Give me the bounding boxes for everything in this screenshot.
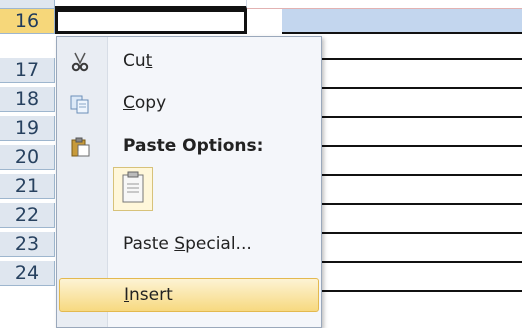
row-header-19[interactable]: 19 <box>0 116 55 141</box>
scissors-icon <box>69 51 91 73</box>
cell[interactable] <box>322 122 522 147</box>
row-header-18[interactable]: 18 <box>0 87 55 112</box>
menu-item-label: Cut <box>123 51 153 71</box>
paste-icon <box>69 136 91 158</box>
cell[interactable] <box>322 267 522 292</box>
menu-item-label: Insert <box>124 285 173 305</box>
menu-item-paste-special[interactable]: Paste Special... <box>59 228 319 262</box>
cell[interactable] <box>322 151 522 176</box>
cell[interactable] <box>322 93 522 118</box>
row-header-16[interactable]: 16 <box>0 9 55 34</box>
cell[interactable] <box>247 0 522 9</box>
menu-section-label: Paste Options: <box>123 136 264 156</box>
cell[interactable] <box>322 35 522 60</box>
menu-section-paste-options: Paste Options: <box>59 130 319 164</box>
row-header-22[interactable]: 22 <box>0 203 55 228</box>
row-header-15[interactable] <box>0 0 55 9</box>
cell[interactable] <box>322 238 522 263</box>
context-menu: Cut Copy Paste Options: Paste Special...… <box>56 36 322 328</box>
cell[interactable] <box>322 180 522 205</box>
menu-item-copy[interactable]: Copy <box>59 87 319 121</box>
cell[interactable] <box>322 209 522 234</box>
cell[interactable] <box>322 64 522 89</box>
row-header-24[interactable]: 24 <box>0 261 55 286</box>
copy-icon <box>69 93 91 115</box>
selected-cell[interactable] <box>282 9 522 34</box>
row-header-21[interactable]: 21 <box>0 174 55 199</box>
row-header-23[interactable]: 23 <box>0 232 55 257</box>
active-cell[interactable] <box>55 9 247 34</box>
menu-item-insert[interactable]: Insert <box>59 278 319 312</box>
menu-item-label: Paste Special... <box>123 234 252 254</box>
clipboard-icon <box>122 171 144 203</box>
paste-option-button[interactable] <box>113 167 153 211</box>
row-header-17[interactable]: 17 <box>0 58 55 83</box>
cell[interactable] <box>55 0 247 9</box>
menu-item-cut[interactable]: Cut <box>59 45 319 79</box>
row-header-20[interactable]: 20 <box>0 145 55 170</box>
menu-item-label: Copy <box>123 93 167 113</box>
